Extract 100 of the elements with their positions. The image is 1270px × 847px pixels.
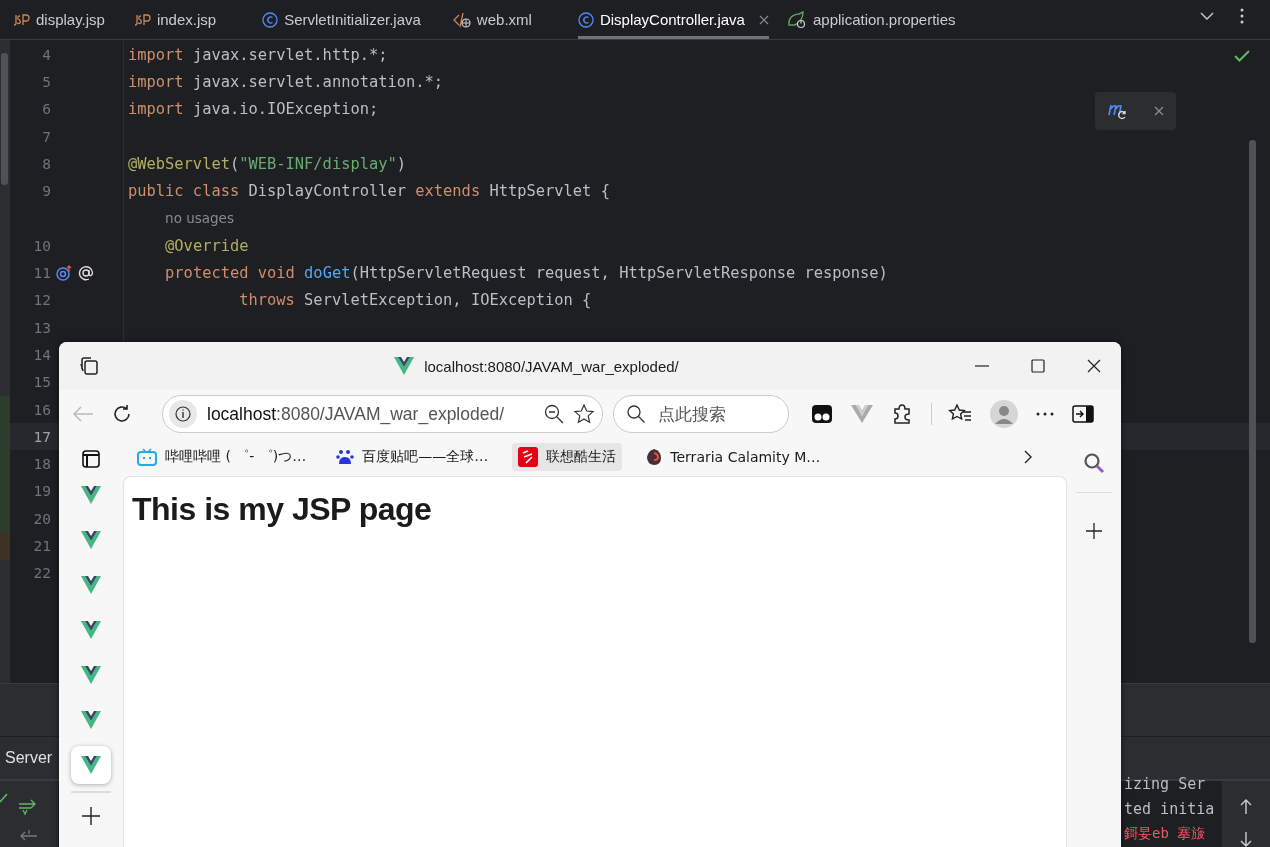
bookmark[interactable]: Terraria Calamity M…: [640, 444, 827, 470]
arrows-icon[interactable]: [18, 829, 38, 843]
class-icon: [262, 11, 279, 28]
paw-icon: [336, 448, 355, 466]
scrollbar-thumb[interactable]: [1249, 140, 1256, 643]
line-number: 21: [33, 538, 51, 554]
search-icon: [627, 405, 645, 423]
v-logo-icon: [81, 711, 101, 729]
code-text: protected void: [165, 264, 295, 282]
line-number: 12: [33, 292, 51, 309]
address-bar[interactable]: localhost:8080/JAVAM_war_exploded/: [162, 395, 603, 433]
at-sign-icon[interactable]: [78, 265, 94, 281]
code-text: javax.servlet.http.*;: [192, 45, 388, 64]
bookmark[interactable]: 百度贴吧——全球…: [330, 444, 495, 470]
line-number: 10: [33, 237, 51, 254]
xml-file-icon: [452, 11, 471, 28]
line-number: 14: [33, 346, 51, 363]
line-number: 9: [42, 183, 51, 200]
code-text: throws: [239, 291, 295, 310]
v-logo-icon: [81, 756, 101, 774]
star-icon[interactable]: [574, 404, 594, 424]
code-text: java.io.IOException;: [192, 100, 379, 119]
editor-tab[interactable]: display.jsp: [14, 0, 105, 39]
line-number: 11: [33, 265, 51, 281]
jsp-file-icon: [134, 13, 151, 26]
glasses-icon[interactable]: [811, 404, 833, 424]
close-icon[interactable]: [1087, 359, 1101, 373]
plus-icon[interactable]: [82, 807, 100, 825]
code-text: doGet: [304, 264, 351, 282]
code-text: "WEB-INF/display": [239, 154, 397, 173]
line-number: 19: [33, 483, 51, 500]
editor-tab[interactable]: application.properties: [786, 0, 956, 39]
editor-tab[interactable]: index.jsp: [134, 0, 217, 39]
code-text: public class: [128, 182, 240, 201]
search-field[interactable]: 点此搜索: [613, 395, 789, 433]
browser-tab[interactable]: [71, 746, 111, 784]
code-text: import: [128, 100, 184, 119]
arrow-down-icon[interactable]: [1240, 831, 1252, 847]
app-logo-icon: [518, 447, 539, 467]
line-number: 15: [33, 374, 51, 391]
line-number: 8: [42, 155, 51, 172]
code-text: ServletException, IOException {: [304, 291, 592, 310]
check-icon: [1234, 50, 1250, 62]
v-logo-icon: [81, 666, 101, 684]
v-logo-icon: [81, 576, 101, 594]
line-number: 22: [33, 565, 51, 582]
line-number: 17: [33, 428, 51, 445]
leaf-icon: [786, 10, 807, 29]
line-number: 7: [42, 128, 51, 145]
override-icon[interactable]: [56, 265, 74, 281]
v-logo-icon: [81, 621, 101, 639]
usage-hint: no usages: [165, 210, 234, 227]
v-logo-icon: [394, 357, 415, 375]
tv-icon: [137, 448, 157, 466]
code-text: (: [229, 154, 240, 173]
editor-tab[interactable]: DisplayController.java: [577, 0, 769, 39]
favorites-icon[interactable]: [948, 404, 972, 424]
bookmark[interactable]: 联想酷生活: [512, 443, 623, 471]
more-icon[interactable]: [1240, 8, 1244, 24]
change-marker: [0, 505, 10, 533]
panel-tab[interactable]: Server: [0, 749, 53, 767]
window-title: localhost:8080/JAVAM_war_exploded/: [424, 357, 679, 375]
line-number: 5: [42, 73, 51, 90]
tab-panel-icon[interactable]: [82, 450, 100, 468]
code-text: HttpServlet {: [489, 182, 610, 201]
game-logo-icon: [646, 448, 663, 466]
code-text: javax.servlet.annotation.*;: [192, 72, 444, 91]
code-text: @Override: [165, 236, 249, 255]
refresh-icon[interactable]: [112, 404, 132, 424]
chevron-down-icon[interactable]: [1200, 12, 1214, 20]
code-text: @WebServlet: [128, 154, 230, 173]
change-marker: [0, 532, 10, 560]
bookmark[interactable]: 哔哩哔哩 ( ゜- ゜)つ…: [131, 444, 313, 470]
info-icon[interactable]: [169, 400, 197, 428]
jsp-file-icon: [14, 13, 30, 26]
arrow-up-icon[interactable]: [1240, 799, 1252, 815]
puzzle-icon[interactable]: [891, 403, 913, 425]
line-number: 13: [33, 319, 51, 336]
code-text: ): [396, 154, 407, 173]
editor-tab[interactable]: ServletInitializer.java: [262, 0, 421, 39]
maximize-icon[interactable]: [1031, 359, 1045, 373]
tab-actions-icon[interactable]: [78, 355, 100, 377]
code-text: DisplayController: [248, 182, 407, 201]
avatar-icon[interactable]: [990, 400, 1018, 428]
line-number: 16: [33, 401, 51, 418]
v-logo-icon: [81, 531, 101, 549]
search-icon[interactable]: [1083, 452, 1105, 474]
plus-icon[interactable]: [1086, 523, 1102, 539]
line-number: 18: [33, 456, 51, 473]
line-number: 20: [33, 510, 51, 527]
sidebar-toggle-icon[interactable]: [1072, 405, 1094, 423]
console-text: 鎶妟eb 搴旇: [1124, 825, 1207, 843]
console-text: ted initia: [1124, 800, 1216, 818]
more-icon[interactable]: [1036, 412, 1054, 416]
chevron-right-icon[interactable]: [1024, 450, 1032, 464]
zoom-out-icon[interactable]: [544, 404, 564, 424]
scrollbar-thumb[interactable]: [1, 53, 8, 185]
code-text: extends: [415, 182, 481, 201]
editor-tab[interactable]: web.xml: [452, 0, 532, 39]
check-icon: [0, 793, 8, 805]
